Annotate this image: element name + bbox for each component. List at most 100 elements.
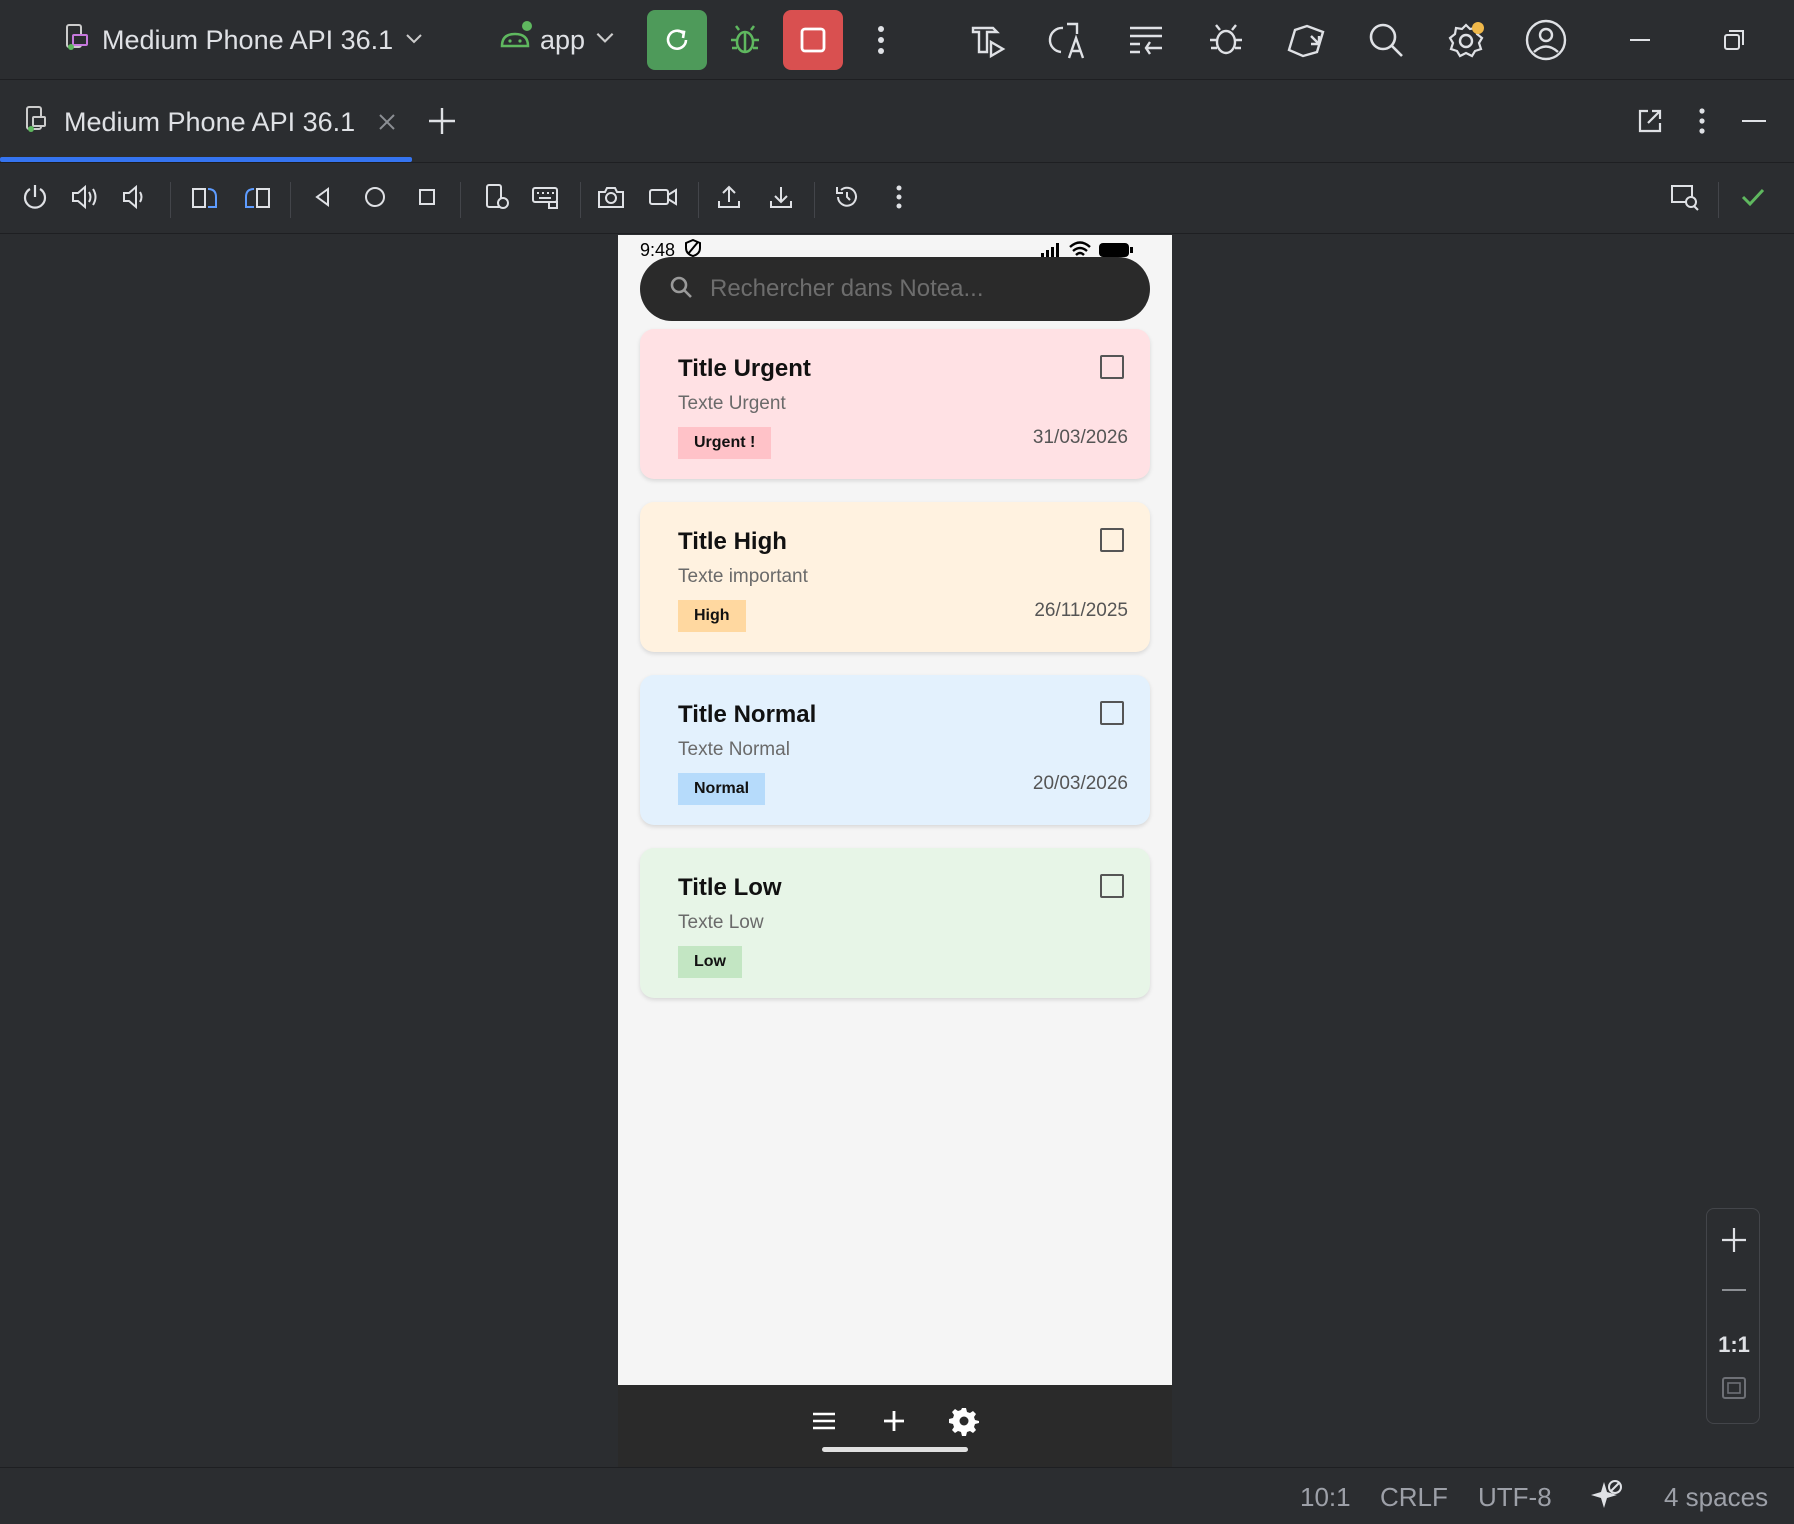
priority-badge: Normal [678, 773, 766, 805]
settings-button[interactable] [1442, 16, 1490, 64]
volume-down-icon [121, 183, 149, 216]
settings-nav-button[interactable] [944, 1403, 984, 1443]
zoom-in-button[interactable] [1707, 1221, 1761, 1265]
minimize-icon [1627, 27, 1653, 53]
overview-icon [416, 186, 438, 213]
device-mirror-button[interactable] [1282, 16, 1330, 64]
zoom-fit-button[interactable] [1707, 1369, 1761, 1413]
tab-options-button[interactable] [1682, 103, 1722, 143]
keyboard-button[interactable] [524, 178, 566, 220]
device-selector[interactable]: Medium Phone API 36.1 [62, 18, 425, 62]
screenshot-button[interactable] [590, 178, 632, 220]
power-button[interactable] [14, 178, 56, 220]
search-icon [1367, 21, 1405, 59]
zoom-out-button[interactable] [1707, 1271, 1761, 1315]
volume-down-button[interactable] [114, 178, 156, 220]
plus-icon [1720, 1226, 1748, 1260]
fit-screen-icon [1720, 1374, 1748, 1408]
android-icon [498, 20, 532, 61]
ai-assistant-icon[interactable] [1590, 1478, 1624, 1519]
minus-icon [1720, 1276, 1748, 1310]
gesture-home-bar[interactable] [822, 1447, 968, 1452]
import-button[interactable] [760, 178, 802, 220]
more-actions-button[interactable] [857, 16, 905, 64]
add-note-button[interactable] [874, 1403, 914, 1443]
export-button[interactable] [708, 178, 750, 220]
more-icon [1698, 107, 1706, 140]
note-text: Texte Low [678, 912, 764, 933]
translate-icon [1047, 20, 1087, 60]
close-icon [378, 107, 396, 138]
sync-button[interactable] [1122, 16, 1170, 64]
translate-button[interactable] [1043, 16, 1091, 64]
rotate-right-button[interactable] [236, 178, 278, 220]
stop-button[interactable] [783, 10, 843, 70]
file-encoding[interactable]: UTF-8 [1478, 1482, 1552, 1513]
note-checkbox[interactable] [1100, 355, 1124, 379]
open-external-button[interactable] [1630, 103, 1670, 143]
check-icon [1739, 184, 1767, 215]
zoom-panel: 1:1 [1706, 1208, 1760, 1424]
toolbar-divider [170, 182, 171, 218]
rotate-left-button[interactable] [184, 178, 226, 220]
ide-status-bar: 10:1 CRLF UTF-8 4 spaces [0, 1467, 1794, 1524]
emulator-more-button[interactable] [878, 178, 920, 220]
devices-icon [1285, 20, 1327, 60]
rotate-right-icon [242, 183, 272, 216]
note-card[interactable]: Title Low Texte Low Low [640, 848, 1150, 998]
more-icon [895, 184, 903, 215]
note-card[interactable]: Title Urgent Texte Urgent Urgent ! 31/03/20… [640, 329, 1150, 479]
bottom-navigation [618, 1385, 1172, 1467]
inspect-button[interactable] [1664, 178, 1706, 220]
note-title: Title High [678, 528, 787, 555]
zoom-actual-size-button[interactable]: 1:1 [1707, 1323, 1761, 1367]
minimize-icon [1740, 107, 1768, 140]
rotate-left-icon [190, 183, 220, 216]
plus-icon [881, 1408, 907, 1439]
priority-badge: Urgent ! [678, 427, 772, 459]
note-checkbox[interactable] [1100, 874, 1124, 898]
app-selector[interactable]: app [498, 18, 617, 62]
keyboard-icon [530, 183, 560, 216]
note-card[interactable]: Title High Texte important High 26/11/2025 [640, 502, 1150, 652]
inspect-icon [1669, 182, 1701, 217]
tab-device[interactable]: Medium Phone API 36.1 [0, 81, 412, 163]
device-settings-button[interactable] [476, 178, 518, 220]
minimize-window-button[interactable] [1616, 16, 1664, 64]
account-button[interactable] [1522, 16, 1570, 64]
debug-button[interactable] [721, 16, 769, 64]
toolbar-divider [1718, 182, 1719, 218]
note-card[interactable]: Title Normal Texte Normal Normal 20/03/2026 [640, 675, 1150, 825]
caret-position[interactable]: 10:1 [1300, 1482, 1351, 1513]
menu-button[interactable] [804, 1403, 844, 1443]
note-title: Title Normal [678, 701, 817, 728]
note-checkbox[interactable] [1100, 701, 1124, 725]
record-button[interactable] [642, 178, 684, 220]
volume-up-icon [70, 183, 100, 216]
add-tab-button[interactable] [422, 103, 462, 143]
toolbar-divider [460, 182, 461, 218]
restore-window-button[interactable] [1710, 16, 1758, 64]
rerun-button[interactable] [647, 10, 707, 70]
back-button[interactable] [302, 178, 344, 220]
note-text: Texte Normal [678, 739, 790, 760]
snapshot-button[interactable] [826, 178, 868, 220]
hide-panel-button[interactable] [1734, 103, 1774, 143]
note-date: 31/03/2026 [1032, 427, 1128, 448]
close-tab-button[interactable] [372, 107, 402, 137]
note-checkbox[interactable] [1100, 528, 1124, 552]
build-button[interactable] [963, 16, 1011, 64]
profiler-button[interactable] [1202, 16, 1250, 64]
line-endings[interactable]: CRLF [1380, 1482, 1448, 1513]
overview-button[interactable] [406, 178, 448, 220]
search-input[interactable] [710, 275, 1130, 303]
search-everywhere-button[interactable] [1362, 16, 1410, 64]
note-text: Texte Urgent [678, 393, 786, 414]
volume-up-button[interactable] [64, 178, 106, 220]
home-button[interactable] [354, 178, 396, 220]
toolbar-divider [814, 182, 815, 218]
search-bar[interactable] [640, 257, 1150, 321]
camera-icon [596, 183, 626, 216]
toolbar-divider [698, 182, 699, 218]
indentation[interactable]: 4 spaces [1664, 1482, 1768, 1513]
